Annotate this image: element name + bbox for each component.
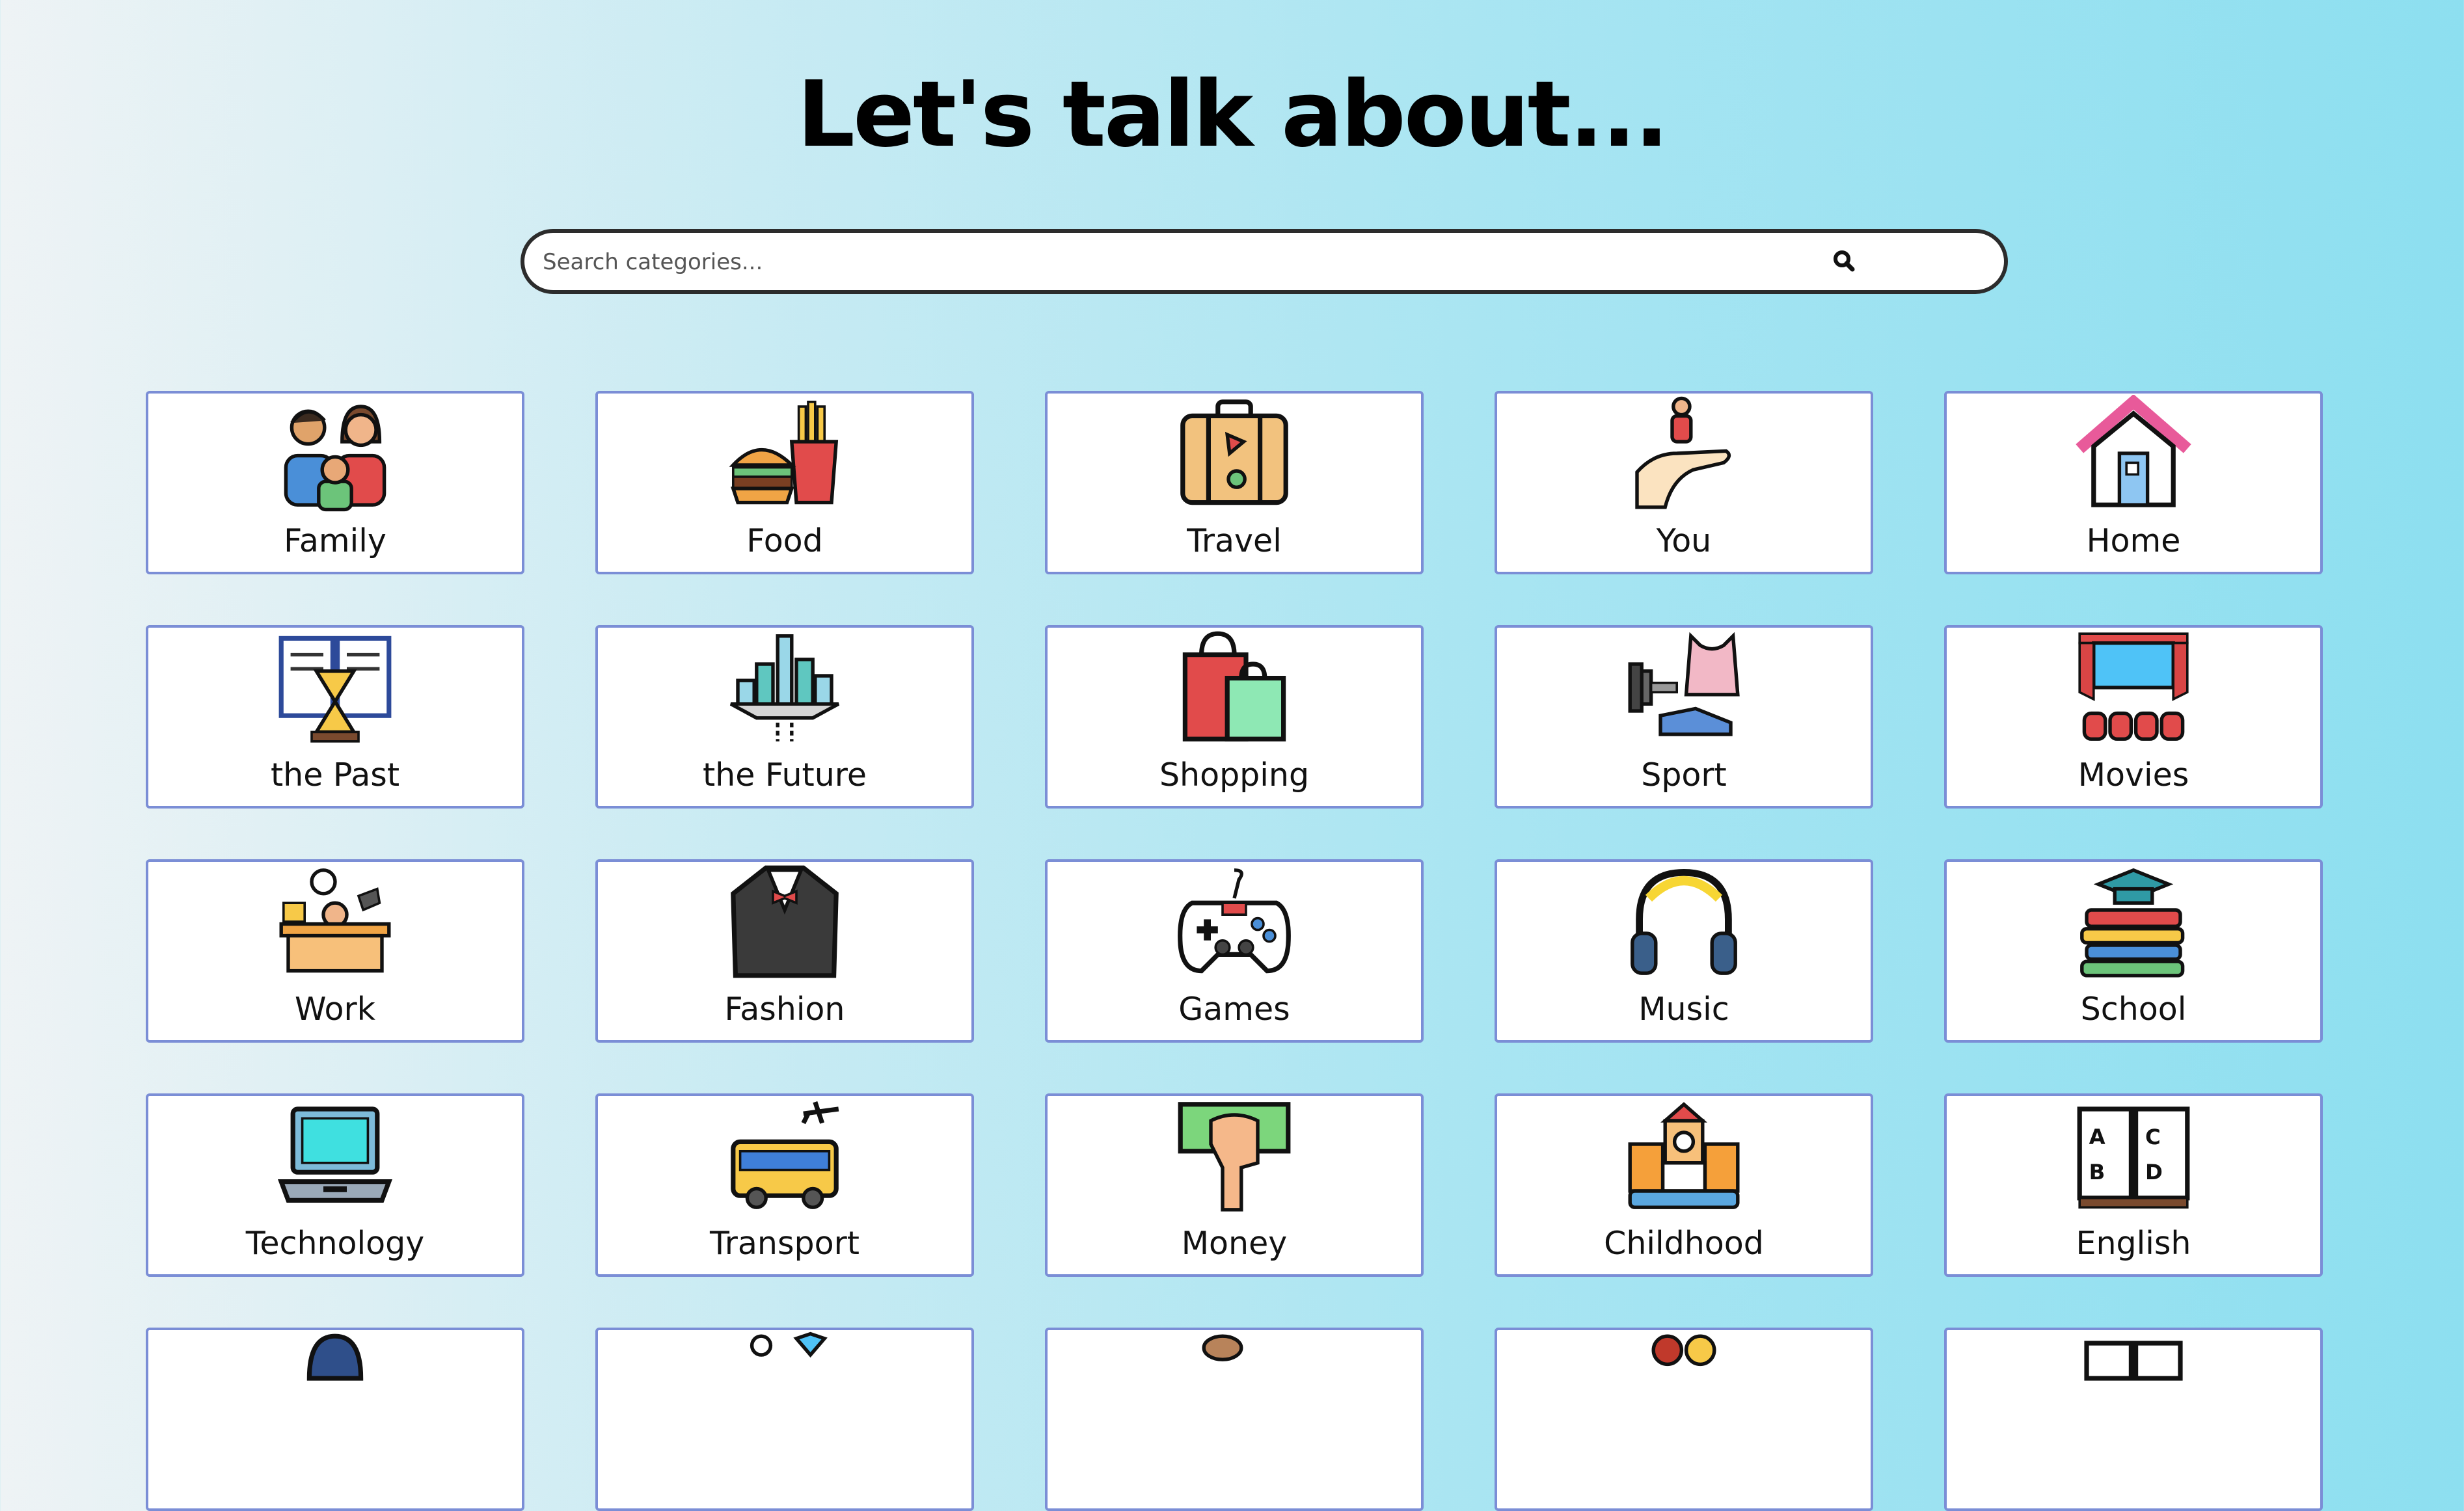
category-card-the-past[interactable]: the Past (146, 625, 524, 809)
bus-plane-icon (731, 1101, 839, 1209)
category-label: Family (284, 522, 386, 559)
person-in-hand-icon (1635, 396, 1731, 509)
category-label: Childhood (1604, 1225, 1764, 1262)
category-card-food[interactable]: Food (595, 391, 974, 574)
category-card-you[interactable]: You (1495, 391, 1873, 574)
category-card-games[interactable]: Games (1045, 859, 1424, 1043)
category-card-transport[interactable]: Transport (595, 1093, 974, 1277)
category-card-home[interactable]: Home (1944, 391, 2323, 574)
category-card-technology[interactable]: Technology (146, 1093, 524, 1277)
svg-text:A: A (2089, 1125, 2105, 1149)
category-card-work[interactable]: Work (146, 859, 524, 1043)
category-label: Money (1181, 1225, 1288, 1262)
category-label: Home (2086, 522, 2181, 559)
category-label: Transport (710, 1225, 860, 1262)
category-card-english[interactable]: A C B D English (1944, 1093, 2323, 1277)
category-label: Movies (2078, 756, 2189, 794)
category-card-row5-5[interactable] (1944, 1328, 2323, 1511)
book-hourglass-icon (278, 635, 392, 743)
category-label: Food (746, 522, 823, 559)
tuxedo-icon (731, 865, 839, 978)
category-label: English (2076, 1225, 2191, 1262)
open-book-icon (2084, 1341, 2183, 1381)
burger-fries-icon (729, 401, 839, 505)
category-card-family[interactable]: Family (146, 391, 524, 574)
category-label: Travel (1187, 522, 1282, 559)
category-card-music[interactable]: Music (1495, 859, 1873, 1043)
house-icon (2076, 395, 2191, 507)
headphones-icon (1631, 868, 1737, 975)
person-icon (306, 1333, 364, 1381)
category-label: Fashion (724, 991, 845, 1028)
category-label: Music (1638, 991, 1729, 1028)
category-card-travel[interactable]: Travel (1045, 391, 1424, 574)
category-label: You (1656, 522, 1712, 559)
category-label: the Future (702, 756, 867, 794)
category-label: Technology (245, 1225, 425, 1262)
category-card-fashion[interactable]: Fashion (595, 859, 974, 1043)
category-card-row5-1[interactable] (146, 1328, 524, 1511)
floating-city-icon (729, 634, 840, 742)
gamepad-icon (1178, 868, 1291, 974)
dumbbell-jersey-shoe-icon (1628, 632, 1740, 736)
hand-cash-icon (1178, 1102, 1291, 1212)
search-bar[interactable] (521, 229, 2008, 294)
category-card-school[interactable]: School (1944, 859, 2323, 1043)
svg-text:C: C (2145, 1125, 2161, 1149)
toy-castle-icon (1628, 1102, 1740, 1209)
category-card-shopping[interactable]: Shopping (1045, 625, 1424, 809)
category-label: the Past (270, 756, 400, 794)
category-card-money[interactable]: Money (1045, 1093, 1424, 1277)
svg-text:B: B (2089, 1160, 2105, 1184)
people-icon (1651, 1334, 1716, 1367)
category-card-childhood[interactable]: Childhood (1495, 1093, 1873, 1277)
category-card-row5-3[interactable] (1045, 1328, 1424, 1511)
office-desk-icon (279, 868, 391, 973)
cinema-screen-icon (2078, 632, 2189, 741)
wedding-rings-icon (750, 1331, 828, 1358)
category-label: School (2080, 991, 2187, 1028)
svg-text:D: D (2145, 1160, 2163, 1184)
abc-book-icon: A C B D (2077, 1106, 2190, 1209)
shopping-bags-icon (1182, 631, 1286, 742)
category-card-row5-2[interactable] (595, 1328, 974, 1511)
category-card-row5-4[interactable] (1495, 1328, 1873, 1511)
suitcase-icon (1180, 399, 1288, 505)
category-label: Games (1178, 991, 1290, 1028)
page-title: Let's talk about... (796, 62, 1669, 168)
search-input[interactable] (541, 245, 1780, 280)
category-card-sport[interactable]: Sport (1495, 625, 1873, 809)
category-card-movies[interactable]: Movies (1944, 625, 2323, 809)
category-label: Work (294, 991, 376, 1028)
laptop-icon (278, 1106, 392, 1203)
family-icon (284, 405, 386, 512)
category-card-the-future[interactable]: the Future (595, 625, 974, 809)
books-graduation-cap-icon (2080, 868, 2185, 978)
category-label: Shopping (1159, 756, 1310, 794)
category-label: Sport (1641, 756, 1727, 794)
search-icon[interactable] (1826, 243, 1862, 280)
animals-icon (1202, 1334, 1243, 1361)
